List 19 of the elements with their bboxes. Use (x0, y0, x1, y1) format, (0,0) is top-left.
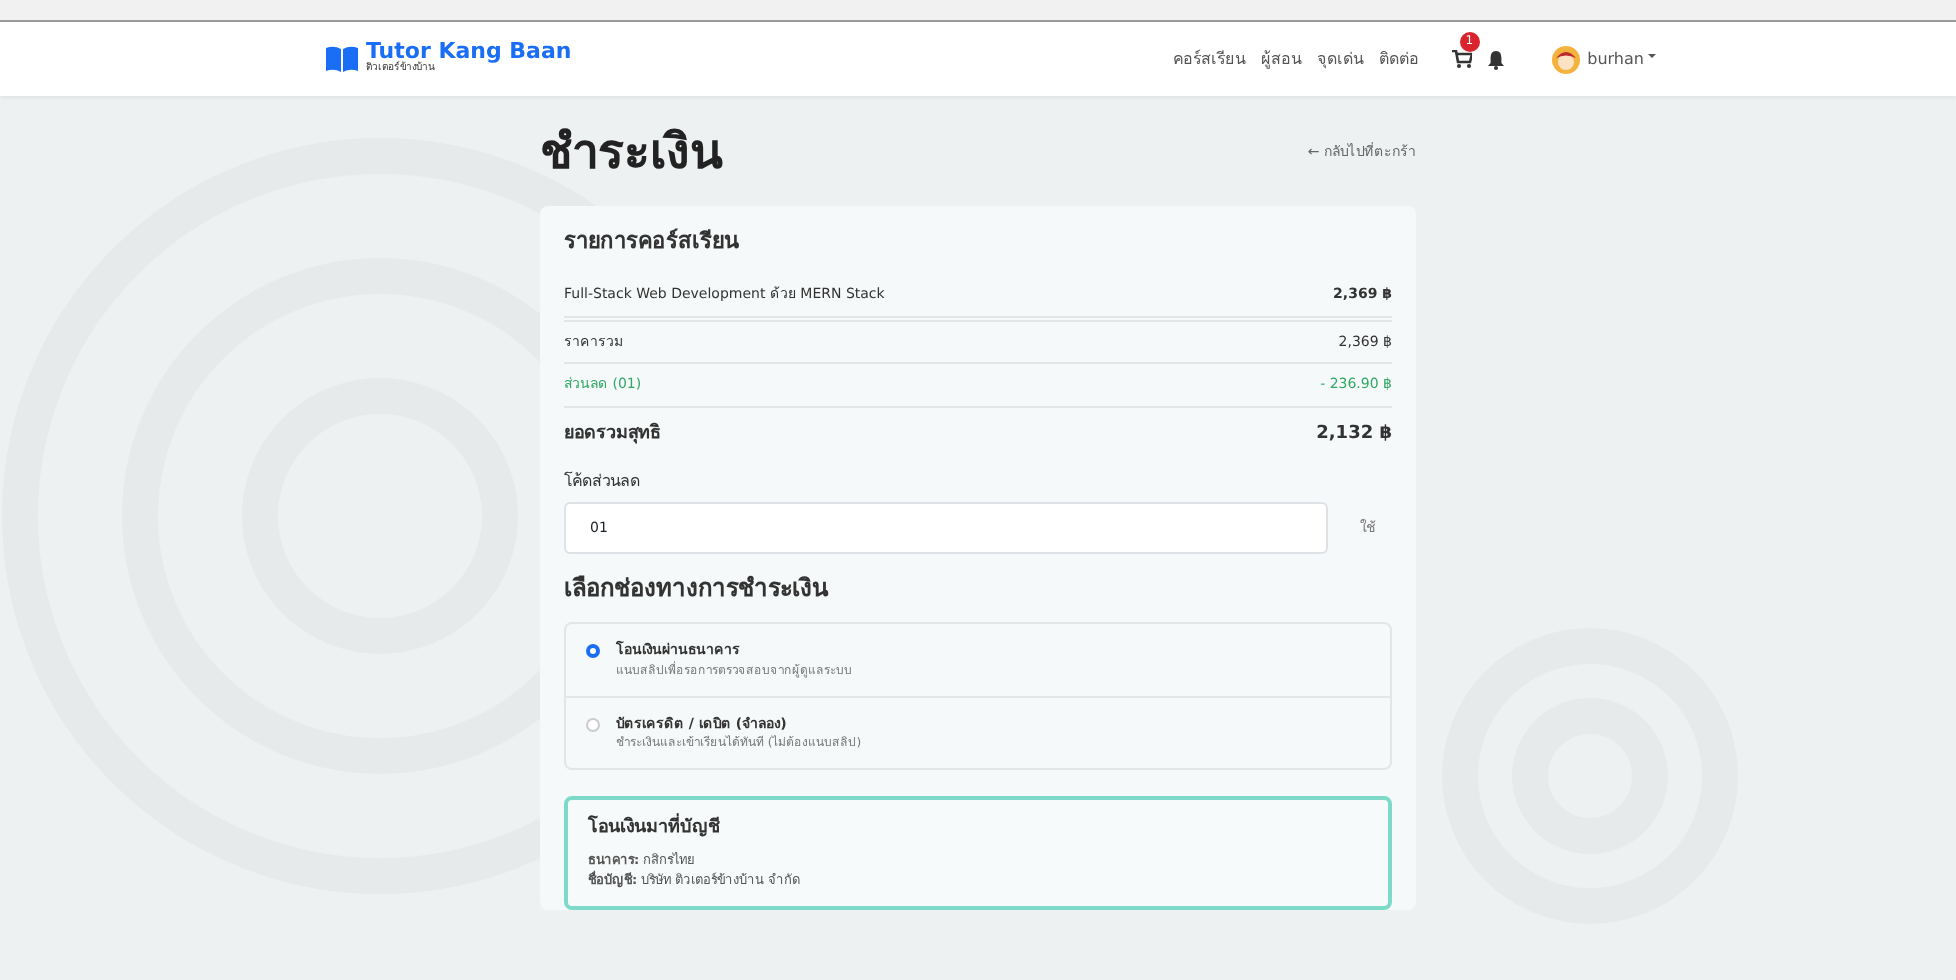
total-value: 2,132 ฿ (1316, 421, 1392, 448)
order-title: รายการคอร์สเรียน (564, 225, 742, 258)
cart-icon[interactable] (1451, 50, 1472, 68)
radio-button[interactable] (586, 644, 600, 659)
nav-link[interactable]: จุดเด่น (1317, 47, 1364, 71)
nav-link[interactable]: ผู้สอน (1261, 47, 1302, 71)
payment-method-title: เลือกช่องทางการชำระเงิน (564, 572, 831, 607)
coupon-label: โค้ดส่วนลด (564, 470, 642, 495)
nav-link[interactable]: ติดต่อ (1379, 47, 1420, 71)
bell-icon[interactable] (1487, 49, 1504, 69)
user-menu[interactable]: burhan (1587, 47, 1656, 71)
brand-name[interactable]: Tutor Kang Baan (366, 40, 572, 63)
page-title: ชำระเงิน (540, 124, 722, 182)
total-label: ยอดรวมสุทธิ (564, 421, 660, 448)
bank-panel-title: โอนเงินมาที่บัญชี (588, 816, 1368, 844)
avatar-icon[interactable] (1551, 45, 1580, 73)
book-icon (326, 46, 358, 72)
nav-link[interactable]: คอร์สเรียน (1173, 47, 1246, 71)
radio-button[interactable] (586, 717, 600, 732)
